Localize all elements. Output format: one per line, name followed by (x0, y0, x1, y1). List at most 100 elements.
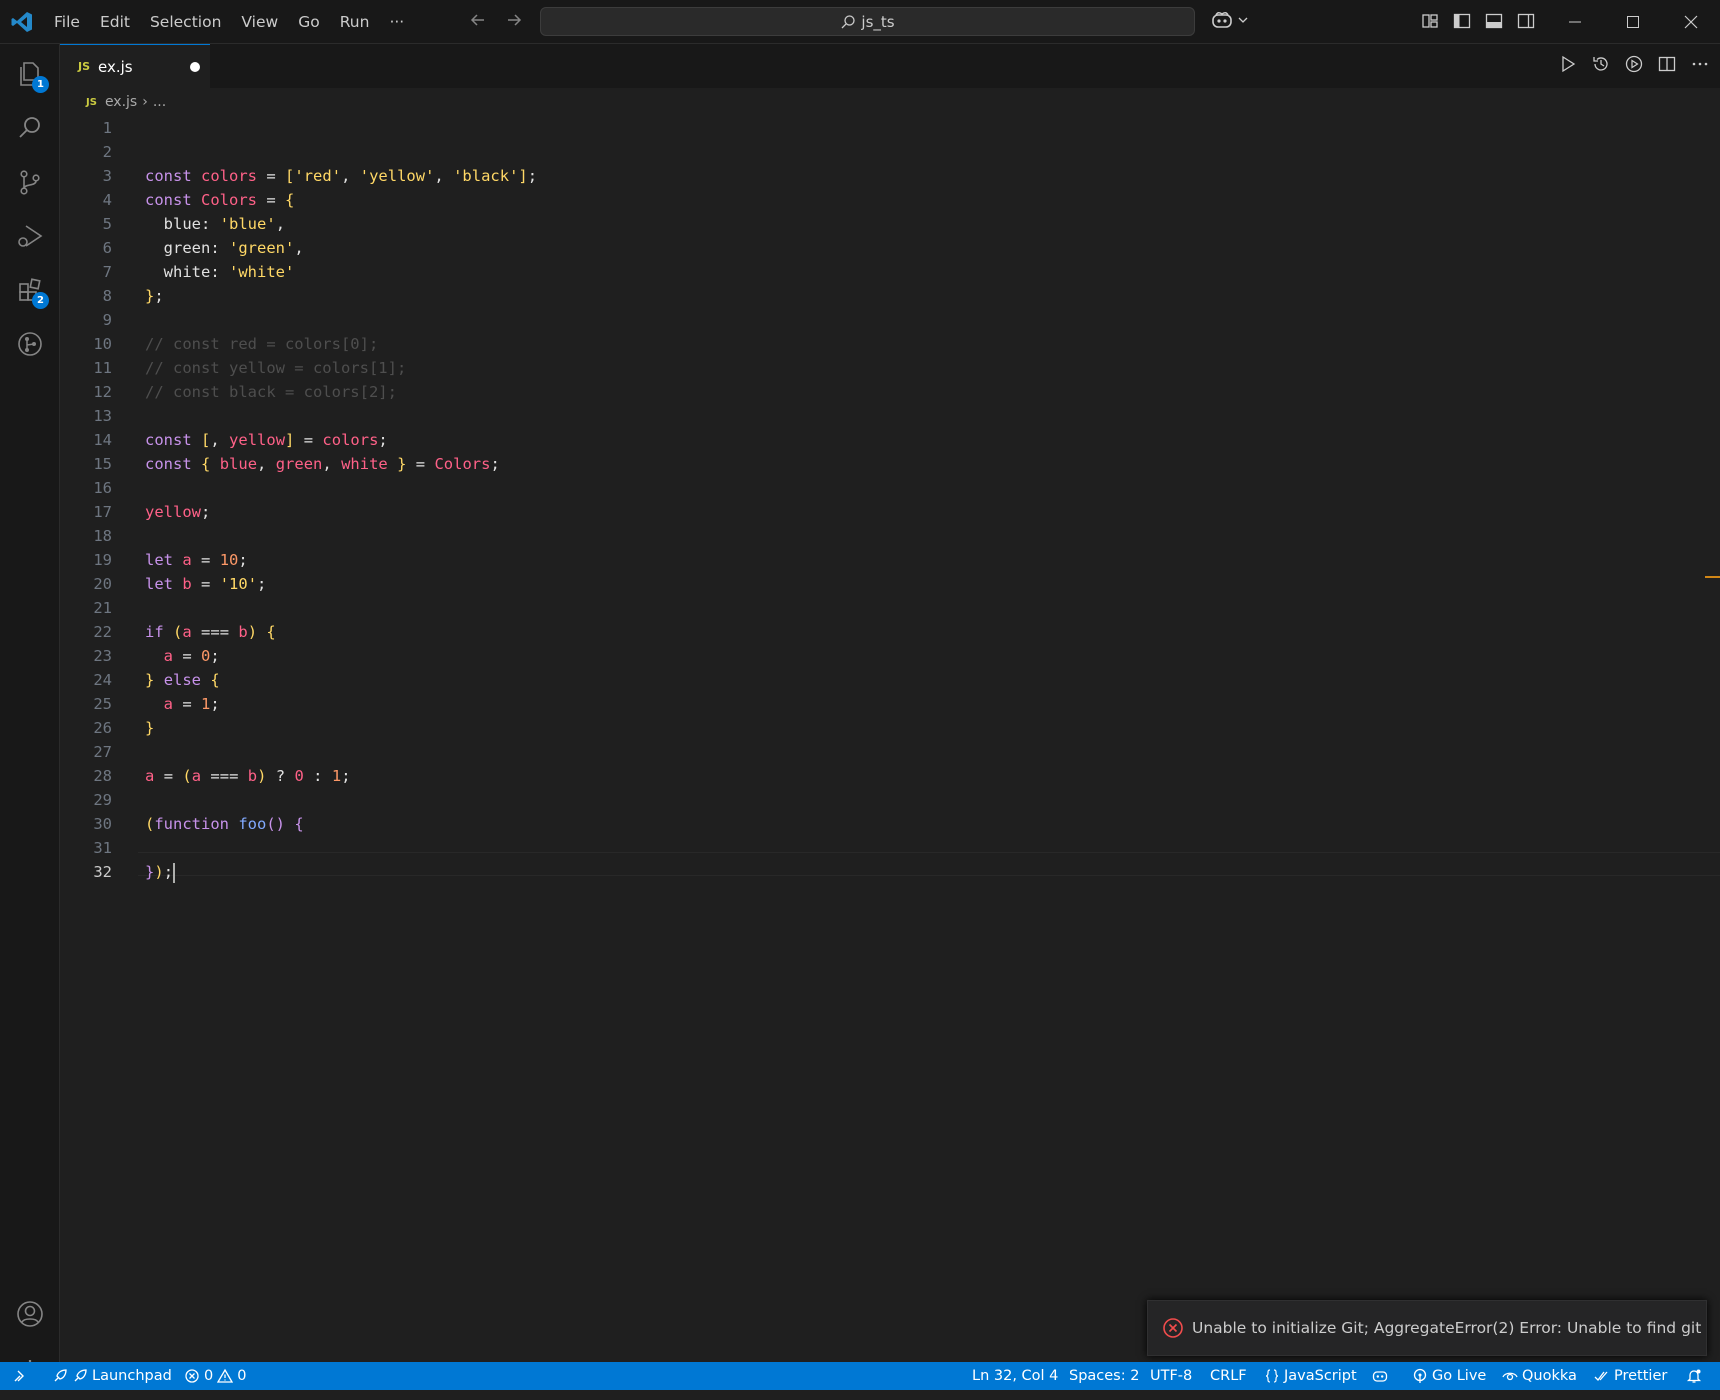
notifications-item[interactable] (1686, 1362, 1702, 1390)
code-text: green: 'green', (163, 239, 304, 257)
code-text: }; (145, 287, 164, 305)
breadcrumb-file[interactable]: ex.js (105, 94, 137, 110)
toggle-panel-icon[interactable] (1484, 11, 1504, 31)
menu-selection[interactable]: Selection (140, 0, 231, 44)
quokka-item[interactable]: Quokka (1502, 1362, 1577, 1390)
code-line: 30 (function foo() { (60, 812, 1720, 836)
arrow-left-icon[interactable] (468, 10, 488, 30)
quokka-run-icon[interactable] (1624, 54, 1644, 74)
maximize-button[interactable] (1604, 0, 1662, 44)
launchpad-item[interactable]: Launchpad (52, 1362, 172, 1390)
nav-arrows (468, 10, 524, 30)
menu-file[interactable]: File (44, 0, 90, 44)
chevron-down-icon (1238, 17, 1248, 23)
layout-controls (1420, 11, 1536, 31)
customize-layout-icon[interactable] (1420, 11, 1440, 31)
split-editor-icon[interactable] (1657, 54, 1677, 74)
language-mode[interactable]: JavaScript (1264, 1362, 1357, 1390)
activity-explorer[interactable]: 1 (0, 46, 60, 102)
code-line: 27 (60, 740, 1720, 764)
minimize-icon (1569, 21, 1581, 23)
activity-gitlens[interactable] (0, 316, 60, 372)
command-center-search[interactable]: js_ts (540, 7, 1195, 36)
prettier-item[interactable]: Prettier (1594, 1362, 1667, 1390)
line-number: 6 (102, 239, 112, 257)
code-text: }); (145, 862, 176, 883)
unsaved-dot-icon[interactable] (190, 62, 200, 72)
toggle-secondary-sidebar-icon[interactable] (1516, 11, 1536, 31)
title-bar: File Edit Selection View Go Run ··· js_t… (0, 0, 1720, 44)
code-line: 31 (60, 836, 1720, 860)
cursor-position[interactable]: Ln 32, Col 4 (972, 1362, 1058, 1390)
code-text: let b = '10'; (145, 575, 267, 593)
code-line: 24} else { (60, 668, 1720, 692)
breadcrumb-more[interactable]: ... (153, 94, 166, 110)
line-number: 30 (93, 815, 112, 833)
code-line: 22 if (a === b) { (60, 620, 1720, 644)
code-line: 15 const { blue, green, white } = Colors; (60, 452, 1720, 476)
braces-icon (1265, 1369, 1279, 1383)
toggle-primary-sidebar-icon[interactable] (1452, 11, 1472, 31)
line-number: 9 (102, 311, 112, 329)
end-of-line[interactable]: CRLF (1210, 1362, 1247, 1390)
line-number: 28 (93, 767, 112, 785)
go-live-item[interactable]: Go Live (1412, 1362, 1486, 1390)
arrow-right-icon[interactable] (504, 10, 524, 30)
close-button[interactable] (1662, 0, 1720, 44)
activity-extensions[interactable]: 2 (0, 262, 60, 318)
text-cursor (173, 862, 176, 883)
remote-indicator[interactable] (12, 1362, 28, 1390)
code-text: blue: 'blue', (163, 215, 286, 233)
code-text: } (145, 719, 155, 737)
encoding[interactable]: UTF-8 (1150, 1362, 1192, 1390)
copilot-status[interactable] (1372, 1362, 1388, 1390)
code-line: 3 const colors = ['red', 'yellow', 'black… (60, 164, 1720, 188)
activity-search[interactable] (0, 100, 60, 156)
activity-run-debug[interactable] (0, 208, 60, 264)
menu-edit[interactable]: Edit (90, 0, 140, 44)
code-line: 11 // const yellow = colors[1]; (60, 356, 1720, 380)
activity-source-control[interactable] (0, 154, 60, 210)
menu-go[interactable]: Go (288, 0, 330, 44)
code-text: if (a === b) { (145, 623, 276, 641)
eye-icon (1502, 1372, 1518, 1381)
menu-view[interactable]: View (231, 0, 288, 44)
line-number: 7 (102, 263, 112, 281)
menu-run[interactable]: Run (330, 0, 380, 44)
indentation[interactable]: Spaces: 2 (1069, 1362, 1139, 1390)
code-line: 16 (60, 476, 1720, 500)
code-text: const [, yellow] = colors; (145, 431, 388, 449)
warning-icon (217, 1368, 234, 1383)
copilot-menu[interactable] (1210, 10, 1249, 30)
menu-more[interactable]: ··· (379, 0, 414, 44)
code-text: yellow; (145, 503, 211, 521)
error-notification[interactable]: Unable to initialize Git; AggregateError… (1147, 1300, 1707, 1356)
code-comment: // const yellow = colors[1]; (145, 359, 407, 377)
tab-ex-js[interactable]: JS ex.js (60, 44, 210, 88)
rocket-icon (54, 1369, 67, 1382)
code-text: a = 1; (163, 695, 220, 713)
run-icon[interactable] (1558, 54, 1578, 74)
line-number: 25 (93, 695, 112, 713)
code-line-current: 32}); (60, 860, 1720, 884)
more-actions-icon[interactable] (1690, 54, 1710, 74)
code-editor[interactable]: 1 2 3 const colors = ['red', 'yellow', 'b… (60, 116, 1720, 1362)
code-line: 8}; (60, 284, 1720, 308)
line-number: 19 (93, 551, 112, 569)
problems-item[interactable]: 0 0 (184, 1362, 246, 1390)
extensions-badge: 2 (32, 292, 49, 309)
tab-label: ex.js (98, 57, 133, 76)
timeline-history-icon[interactable] (1591, 54, 1611, 74)
javascript-file-icon: JS (86, 96, 97, 108)
activity-accounts[interactable] (0, 1286, 60, 1342)
line-number: 20 (93, 575, 112, 593)
line-number: 23 (93, 647, 112, 665)
minimize-button[interactable] (1546, 0, 1604, 44)
code-line: 20 let b = '10'; (60, 572, 1720, 596)
code-text: const { blue, green, white } = Colors; (145, 455, 500, 473)
line-number: 8 (102, 287, 112, 305)
code-text: white: 'white' (163, 263, 295, 281)
javascript-file-icon: JS (78, 60, 91, 73)
code-line: 14 const [, yellow] = colors; (60, 428, 1720, 452)
search-icon (841, 14, 856, 28)
